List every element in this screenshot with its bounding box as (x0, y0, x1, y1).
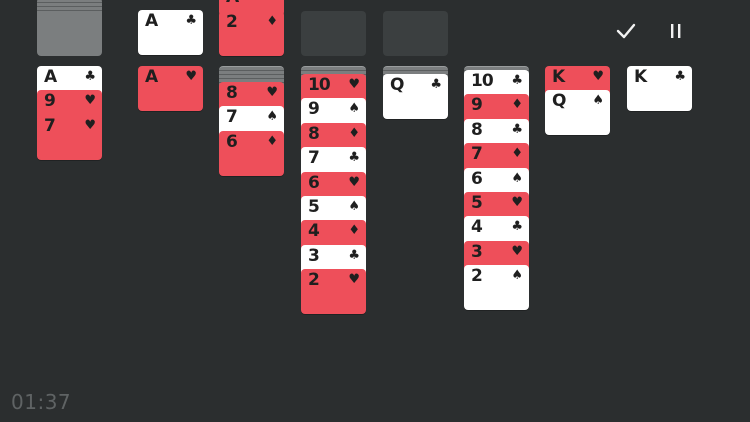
tableau-card[interactable]: 2 ♠ (464, 265, 529, 310)
card-rank: 9 (44, 91, 56, 111)
tableau-card[interactable]: A ♥ (138, 66, 203, 111)
card-rank: 7 (471, 144, 483, 164)
check-icon[interactable] (611, 20, 641, 50)
card-rank: 5 (308, 197, 320, 217)
card-rank: 7 (308, 148, 320, 168)
diamonds-suit-icon: ♦ (266, 0, 278, 6)
clubs-suit-icon: ♣ (348, 248, 360, 263)
card-rank: 2 (226, 12, 238, 32)
waste-card[interactable]: A ♣ (138, 10, 203, 55)
tableau-card[interactable]: 7 ♥ (37, 115, 102, 160)
clubs-suit-icon: ♣ (511, 122, 523, 137)
card-back (37, 0, 102, 56)
card-rank: A (145, 67, 158, 87)
clubs-suit-icon: ♣ (84, 69, 96, 84)
card-rank: Q (552, 91, 566, 111)
hearts-suit-icon: ♥ (511, 195, 523, 210)
card-rank: A (44, 67, 57, 87)
card-rank: 2 (308, 270, 320, 290)
card-rank: 3 (471, 242, 483, 262)
hearts-suit-icon: ♥ (348, 175, 360, 190)
card-rank: A (226, 0, 239, 7)
card-rank: 4 (471, 217, 483, 237)
hearts-suit-icon: ♥ (84, 118, 96, 133)
spades-suit-icon: ♠ (592, 93, 604, 108)
clubs-suit-icon: ♣ (430, 77, 442, 92)
card-rank: 10 (308, 75, 331, 95)
diamonds-suit-icon: ♦ (511, 146, 523, 161)
clubs-suit-icon: ♣ (511, 73, 523, 88)
card-rank: 5 (471, 193, 483, 213)
card-rank: 6 (471, 169, 483, 189)
diamonds-suit-icon: ♦ (511, 97, 523, 112)
card-rank: 6 (226, 132, 238, 152)
card-rank: 4 (308, 221, 320, 241)
card-rank: 7 (44, 116, 56, 136)
foundation-slot-3[interactable] (383, 11, 448, 56)
card-rank: 10 (471, 71, 494, 91)
clubs-suit-icon: ♣ (185, 13, 197, 28)
spades-suit-icon: ♠ (348, 199, 360, 214)
card-rank: 8 (308, 124, 320, 144)
card-rank: 8 (226, 83, 238, 103)
clubs-suit-icon: ♣ (674, 69, 686, 84)
clubs-suit-icon: ♣ (511, 219, 523, 234)
spades-suit-icon: ♠ (266, 109, 278, 124)
card-rank: 9 (308, 99, 320, 119)
diamonds-suit-icon: ♦ (348, 126, 360, 141)
card-rank: K (634, 67, 647, 87)
tableau-card[interactable]: Q ♣ (383, 74, 448, 119)
clubs-suit-icon: ♣ (348, 150, 360, 165)
diamonds-suit-icon: ♦ (348, 223, 360, 238)
hearts-suit-icon: ♥ (348, 77, 360, 92)
card-rank: 2 (471, 266, 483, 286)
foundation-card-top: 2 ♦ (219, 11, 284, 56)
foundation-pile-1[interactable]: A ♦ 2 ♦ (219, 0, 284, 56)
diamonds-suit-icon: ♦ (266, 14, 278, 29)
tableau-card[interactable]: K ♣ (627, 66, 692, 111)
hearts-suit-icon: ♥ (348, 272, 360, 287)
card-rank: 8 (471, 120, 483, 140)
hearts-suit-icon: ♥ (84, 93, 96, 108)
card-rank: 9 (471, 95, 483, 115)
card-rank: 3 (308, 246, 320, 266)
spades-suit-icon: ♠ (511, 171, 523, 186)
stock-pile[interactable] (37, 0, 102, 56)
spades-suit-icon: ♠ (511, 268, 523, 283)
card-rank: 7 (226, 107, 238, 127)
tableau-card[interactable]: 6 ♦ (219, 131, 284, 176)
solitaire-board: A ♣ A ♦ 2 ♦ A♣9♥7♥A♥8♥7♠6♦10♥9♠8♦7♣6♥5♠4… (0, 0, 750, 422)
pause-icon[interactable] (661, 20, 691, 50)
hearts-suit-icon: ♥ (185, 69, 197, 84)
foundation-slot-2[interactable] (301, 11, 366, 56)
tableau-card[interactable]: 2 ♥ (301, 269, 366, 314)
card-rank: 6 (308, 173, 320, 193)
diamonds-suit-icon: ♦ (266, 134, 278, 149)
hearts-suit-icon: ♥ (592, 69, 604, 84)
hearts-suit-icon: ♥ (511, 244, 523, 259)
card-rank: Q (390, 75, 404, 95)
tableau-card[interactable]: Q ♠ (545, 90, 610, 135)
card-rank: K (552, 67, 565, 87)
hearts-suit-icon: ♥ (266, 85, 278, 100)
card-rank: A (145, 11, 158, 31)
spades-suit-icon: ♠ (348, 101, 360, 116)
game-timer: 01:37 (11, 390, 72, 414)
